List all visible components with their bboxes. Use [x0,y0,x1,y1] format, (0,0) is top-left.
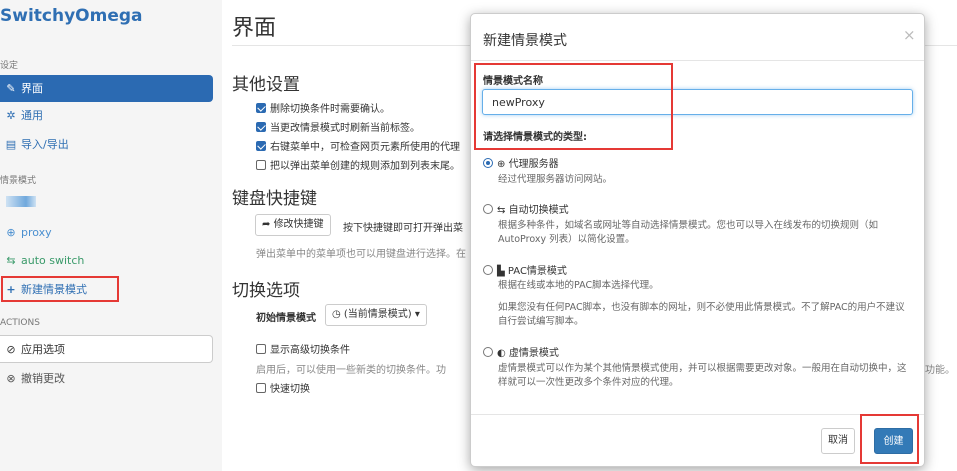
option-description: 经过代理服务器访问网站。 [498,174,613,185]
checkbox-label: 删除切换条件时需要确认。 [270,104,390,115]
wrench-icon: ✎ [6,82,16,95]
section-profiles: 情景模式 [0,176,37,186]
option-description: 虚情景模式可以作为某个其他情景模式使用，并可以根据需要更改对象。一般用在自动切换… [498,363,907,388]
checkbox-advanced-conditions[interactable]: 显示高级切换条件 [256,341,350,356]
switch-options-heading: 切换选项 [232,281,300,301]
shortcut-hint: 按下快捷键即可打开弹出菜 [343,223,463,234]
checkbox-label: 右键菜单中，可检查网页元素所使用的代理 [270,142,460,153]
sidebar-item-label: 通用 [21,109,43,122]
checkbox-checked-icon [256,103,266,113]
check-circle-icon: ⊘ [6,343,16,356]
checkbox-context-menu[interactable]: 右键菜单中，可检查网页元素所使用的代理 [256,138,460,153]
sidebar-item-proxy[interactable]: ⊕ proxy [0,219,213,246]
retweet-icon: ⇆ [497,205,506,216]
apply-options-button[interactable]: ⊘ 应用选项 [0,335,213,363]
dialog-footer-divider [471,414,924,415]
option-description: 根据在线或本地的PAC脚本选择代理。 [498,280,659,291]
option-title: PAC情景模式 [507,266,567,277]
globe-icon: ⊕ [497,159,506,170]
discard-changes-label: 撤销更改 [21,372,65,385]
sidebar-item-label: proxy [21,226,52,239]
sidebar-item-general[interactable]: ✲ 通用 [0,102,213,129]
clock-icon: ◷ [332,309,344,320]
radio-unselected-icon [483,265,493,275]
misc-settings-heading: 其他设置 [232,75,300,95]
checkbox-checked-icon [256,141,266,151]
option-pac-profile[interactable]: ▙ PAC情景模式 [483,262,567,277]
sidebar-item-label: 界面 [21,82,43,95]
ghost-icon: ◐ [497,348,506,359]
checkbox-label: 快速切换 [270,384,310,395]
checkbox-label: 把以弹出菜单创建的规则添加到列表末尾。 [270,161,460,172]
annotation-highlight-name-field [474,63,673,150]
checkbox-unchecked-icon [256,160,266,170]
annotation-highlight-create [860,414,919,464]
globe-icon: ⊕ [6,226,16,239]
undo-icon: ⊗ [6,372,16,385]
annotation-highlight-new-profile [1,276,119,302]
sidebar-item-label: auto switch [21,254,85,267]
sidebar-item-import-export[interactable]: ▤ 导入/导出 [0,131,213,158]
keyboard-shortcut-heading: 键盘快捷键 [232,189,317,209]
app-brand: SwitchyOmega [0,6,143,26]
checkbox-unchecked-icon [256,383,266,393]
gear-icon: ✲ [6,109,16,122]
option-title: 自动切换模式 [508,205,569,216]
section-actions: ACTIONS [0,318,40,328]
checkbox-label: 当更改情景模式时刷新当前标签。 [270,123,420,134]
floppy-disk-icon: ▤ [5,138,17,151]
radio-unselected-icon [483,347,493,357]
checkbox-confirm-delete[interactable]: 删除切换条件时需要确认。 [256,100,390,115]
dialog-title: 新建情景模式 [483,33,567,49]
option-title: 虚情景模式 [508,348,559,359]
option-virtual-profile[interactable]: ◐ 虚情景模式 [483,344,559,359]
initial-profile-label: 初始情景模式 [256,313,316,324]
discard-changes-button[interactable]: ⊗ 撤销更改 [0,365,213,393]
new-profile-dialog: 新建情景模式 × 情景模式名称 请选择情景模式的类型: ⊕ 代理服务器 经过代理… [470,13,925,467]
change-shortcut-label: 修改快捷键 [273,219,324,230]
cancel-button[interactable]: 取消 [821,428,855,454]
option-proxy-server[interactable]: ⊕ 代理服务器 [483,155,559,170]
checkbox-quick-switch[interactable]: 快速切换 [256,380,310,395]
checkbox-refresh-tab[interactable]: 当更改情景模式时刷新当前标签。 [256,119,420,134]
option-description: 根据多种条件，如域名或网址等自动选择情景模式。您也可以导入在线发布的切换规则（如… [498,220,879,245]
caret-down-icon: ▾ [411,309,420,320]
section-settings: 设定 [0,61,19,71]
checkbox-label: 显示高级切换条件 [270,345,350,356]
checkbox-unchecked-icon [256,344,266,354]
sidebar-item-label: 导入/导出 [21,138,69,151]
retweet-icon: ⇆ [6,254,16,267]
shortcut-description: 弹出菜单中的菜单项也可以用键盘进行选择。在 [256,249,466,260]
sidebar: SwitchyOmega 设定 ✎ 界面 ✲ 通用 ▤ 导入/导出 情景模式 ⊕ pro… [0,0,222,471]
file-icon: ▙ [497,266,505,277]
change-shortcut-button[interactable]: ➦ 修改快捷键 [255,214,331,236]
close-icon[interactable]: × [903,26,916,44]
initial-profile-value: (当前情景模式) [343,309,412,320]
checkbox-add-rules-end[interactable]: 把以弹出菜单创建的规则添加到列表末尾。 [256,157,460,172]
option-auto-switch[interactable]: ⇆ 自动切换模式 [483,201,569,216]
arrow-right-icon: ➦ [262,219,274,230]
initial-profile-select[interactable]: ◷ (当前情景模式) ▾ [325,304,427,326]
sidebar-item-auto-switch[interactable]: ⇆ auto switch [0,247,213,274]
sidebar-item-interface[interactable]: ✎ 界面 [0,75,213,102]
radio-unselected-icon [483,204,493,214]
radio-selected-icon [483,158,493,168]
page-title: 界面 [232,16,277,41]
advanced-description-tail: 功能。 [925,365,955,376]
checkbox-checked-icon [256,122,266,132]
option-description: 如果您没有任何PAC脚本，也没有脚本的网址，则不必使用此情景模式。不了解PAC的… [498,302,905,327]
option-title: 代理服务器 [508,159,559,170]
blurred-profile-item[interactable] [6,196,36,207]
advanced-description: 启用后，可以使用一些新类的切换条件。功 [256,365,446,376]
apply-options-label: 应用选项 [21,343,65,356]
dialog-header-divider [471,60,924,61]
